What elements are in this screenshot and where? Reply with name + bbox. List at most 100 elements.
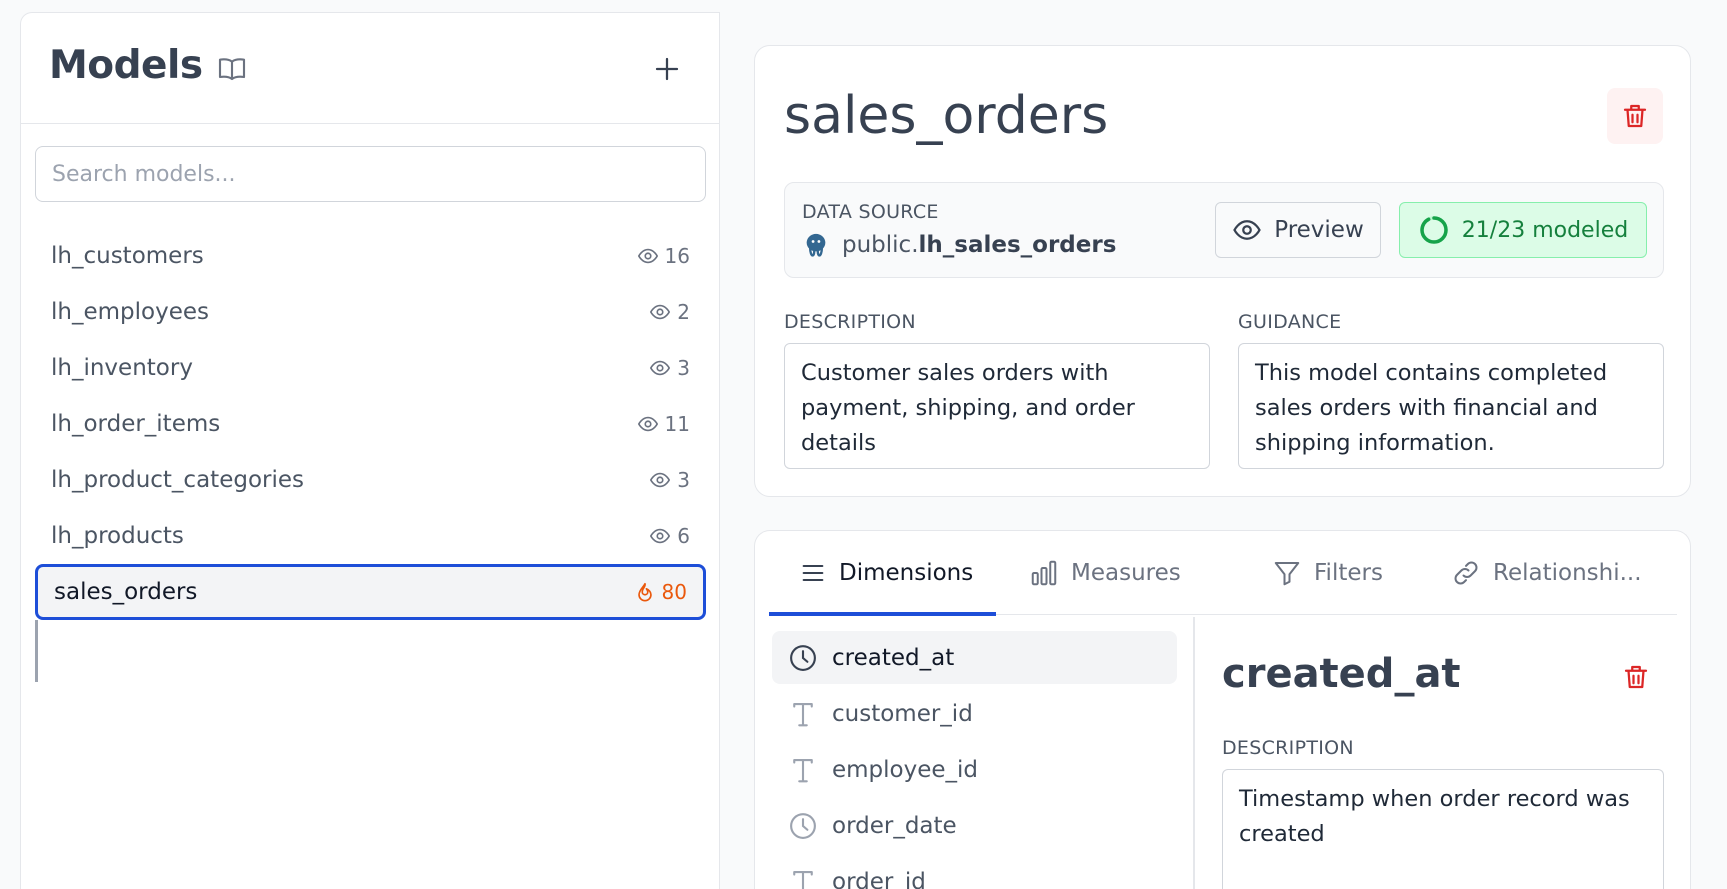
dimension-detail-title: created_at — [1222, 651, 1461, 697]
model-field-count: 6 — [677, 524, 690, 548]
model-list: lh_customers 16 lh_employees 2 lh_invent… — [35, 228, 706, 620]
flame-icon — [637, 582, 652, 602]
eye-icon — [650, 528, 671, 544]
text-type-icon — [793, 758, 813, 782]
dimension-name: customer_id — [832, 700, 973, 727]
model-field-count: 2 — [677, 300, 690, 324]
model-item-lh-product-categories[interactable]: lh_product_categories 3 — [35, 452, 706, 508]
dimension-list: created_at customer_id employee_id order… — [772, 631, 1177, 889]
data-source-schema: public. — [842, 232, 919, 258]
tab-label: Measures — [1071, 560, 1181, 586]
data-source-panel: DATA SOURCE public.lh_sales_orders Previ… — [784, 182, 1664, 278]
link-icon — [1454, 561, 1478, 585]
model-field-count: 3 — [677, 468, 690, 492]
book-icon[interactable] — [216, 53, 248, 85]
data-source-label: DATA SOURCE — [802, 201, 939, 223]
eye-icon — [650, 472, 671, 488]
dimension-item-order-id[interactable]: order_id — [772, 855, 1177, 889]
model-name: lh_customers — [51, 243, 204, 269]
trash-icon — [1623, 104, 1647, 128]
model-field-count: 11 — [664, 412, 690, 436]
tab-relationships[interactable]: Relationshi... — [1451, 531, 1642, 615]
eye-icon — [650, 360, 671, 376]
dimension-item-employee-id[interactable]: employee_id — [772, 743, 1177, 796]
description-label: DESCRIPTION — [784, 311, 916, 333]
tab-label: Dimensions — [839, 560, 974, 586]
model-meta: 3 — [649, 356, 690, 380]
text-type-icon — [793, 702, 813, 726]
guidance-field[interactable]: This model contains completed sales orde… — [1238, 343, 1664, 469]
trash-icon — [1624, 665, 1648, 689]
model-field-count: 3 — [677, 356, 690, 380]
tab-label: Filters — [1314, 560, 1383, 586]
tab-dimensions[interactable]: Dimensions — [799, 531, 973, 615]
model-meta: 3 — [649, 468, 690, 492]
postgres-icon — [806, 233, 826, 257]
add-model-button[interactable] — [647, 49, 687, 89]
preview-button[interactable]: Preview — [1215, 202, 1381, 258]
data-source-table: lh_sales_orders — [918, 232, 1117, 258]
dimension-description-label: DESCRIPTION — [1222, 737, 1354, 759]
model-item-lh-order-items[interactable]: lh_order_items 11 — [35, 396, 706, 452]
clock-icon — [790, 644, 816, 671]
guidance-label: GUIDANCE — [1238, 311, 1342, 333]
model-name: sales_orders — [54, 579, 198, 605]
tab-label: Relationshi... — [1493, 560, 1642, 586]
field-tabs: Dimensions Measures Filters Relationshi.… — [769, 531, 1677, 616]
model-item-lh-products[interactable]: lh_products 6 — [35, 508, 706, 564]
list-icon — [802, 564, 824, 582]
text-type-icon — [793, 870, 813, 889]
dimension-item-created-at[interactable]: created_at — [772, 631, 1177, 684]
model-meta: 80 — [634, 580, 687, 604]
active-tab-indicator — [769, 612, 996, 616]
model-title: sales_orders — [784, 86, 1109, 146]
models-sidebar: Models lh_customers 16 lh_employees — [20, 12, 720, 889]
list-scrollbar[interactable] — [35, 620, 38, 682]
data-source-value: public.lh_sales_orders — [802, 231, 1116, 259]
model-field-count: 80 — [661, 580, 687, 604]
eye-icon — [1233, 220, 1261, 240]
dimension-description-field[interactable]: Timestamp when order record was created — [1222, 769, 1664, 889]
model-item-lh-customers[interactable]: lh_customers 16 — [35, 228, 706, 284]
dimension-name: employee_id — [832, 756, 979, 783]
dimension-name: order_date — [832, 812, 957, 839]
tab-filters[interactable]: Filters — [1272, 531, 1383, 615]
model-name: lh_employees — [51, 299, 209, 325]
delete-dimension-button[interactable] — [1618, 659, 1654, 695]
dimension-item-order-date[interactable]: order_date — [772, 799, 1177, 852]
plus-icon — [655, 57, 679, 81]
preview-label: Preview — [1274, 217, 1364, 243]
eye-icon — [650, 304, 671, 320]
model-name: lh_product_categories — [51, 467, 304, 493]
filter-icon — [1274, 562, 1300, 586]
model-detail-card: sales_orders DATA SOURCE public.lh_sales… — [754, 45, 1691, 497]
fields-card: Dimensions Measures Filters Relationshi.… — [754, 530, 1691, 889]
progress-ring-icon — [1420, 216, 1448, 244]
model-meta: 2 — [649, 300, 690, 324]
sidebar-header: Models — [21, 13, 719, 124]
dimension-name: order_id — [832, 868, 926, 889]
delete-model-button[interactable] — [1607, 88, 1663, 144]
modeled-status-badge: 21/23 modeled — [1399, 202, 1647, 258]
model-meta: 6 — [649, 524, 690, 548]
modeled-status-text: 21/23 modeled — [1461, 217, 1629, 243]
sidebar-title: Models — [49, 43, 203, 88]
model-meta: 11 — [637, 412, 690, 436]
model-name: lh_products — [51, 523, 184, 549]
search-models-input[interactable] — [35, 146, 706, 202]
tab-measures[interactable]: Measures — [1029, 531, 1181, 615]
dimension-item-customer-id[interactable]: customer_id — [772, 687, 1177, 740]
description-field[interactable]: Customer sales orders with payment, ship… — [784, 343, 1210, 469]
model-item-sales-orders[interactable]: sales_orders 80 — [35, 564, 706, 620]
model-name: lh_inventory — [51, 355, 193, 381]
eye-icon — [637, 416, 658, 432]
model-meta: 16 — [637, 244, 690, 268]
model-item-lh-employees[interactable]: lh_employees 2 — [35, 284, 706, 340]
data-source-path: public.lh_sales_orders — [842, 232, 1116, 258]
eye-icon — [637, 248, 658, 264]
panel-divider — [1193, 617, 1195, 889]
model-field-count: 16 — [664, 244, 690, 268]
model-name: lh_order_items — [51, 411, 221, 437]
model-item-lh-inventory[interactable]: lh_inventory 3 — [35, 340, 706, 396]
dimension-name: created_at — [832, 644, 955, 671]
